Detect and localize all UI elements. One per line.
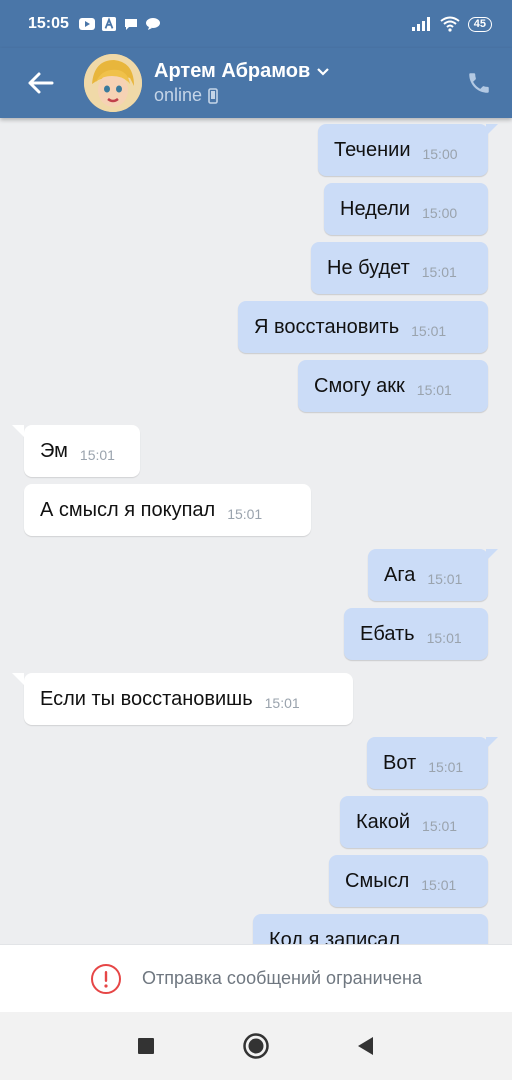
- message-time: 15:01: [264, 695, 300, 711]
- notification-icons: [78, 17, 161, 31]
- status-time: 15:05: [28, 15, 69, 32]
- mobile-phone-icon: [208, 87, 218, 104]
- message-text: Не будет: [327, 257, 410, 279]
- chevron-down-icon[interactable]: [316, 67, 330, 77]
- youtube-icon: [78, 18, 95, 30]
- bubble-tail: [486, 124, 498, 136]
- message-time: 15:01: [421, 264, 457, 280]
- message-time: 15:01: [411, 323, 447, 339]
- message-time: 15:01: [426, 630, 462, 646]
- message-time: 15:01: [428, 759, 464, 775]
- message-text: Ага: [384, 564, 416, 586]
- square-recents-icon: [138, 1038, 154, 1054]
- message-text: Недели: [340, 198, 411, 220]
- message-bubble[interactable]: Течении 15:00: [318, 124, 498, 176]
- message-bubble[interactable]: Ебать 15:01: [344, 608, 488, 660]
- message-text: Какой: [356, 811, 411, 833]
- message-time: 15:01: [421, 877, 457, 893]
- message-text: Вот: [383, 752, 417, 774]
- message-time: 15:01: [427, 571, 463, 587]
- back-button[interactable]: [0, 48, 80, 118]
- chat-bubble-icon: [124, 19, 137, 30]
- message-text: Ебать: [360, 623, 415, 645]
- message-text: Смогу акк: [314, 375, 405, 397]
- message-bubble[interactable]: А смысл я покупал 15:01: [24, 484, 311, 536]
- message-text: А смысл я покупал: [40, 499, 216, 521]
- signal-icon: [411, 17, 430, 31]
- recents-button[interactable]: [129, 1029, 163, 1063]
- circle-home-icon: [243, 1033, 269, 1059]
- message-bubble[interactable]: Я восстановить 15:01: [238, 301, 488, 353]
- message-bubble[interactable]: Недели 15:00: [324, 183, 488, 235]
- call-button[interactable]: [446, 48, 512, 118]
- chat-bubble-icon: [145, 18, 160, 30]
- chat-header: Артем Абрамов online: [0, 48, 512, 118]
- bubble-tail: [12, 673, 24, 685]
- message-time: 15:00: [422, 146, 458, 162]
- message-bubble[interactable]: Если ты восстановишь 15:01: [12, 673, 353, 725]
- status-bar: 15:05 45: [0, 0, 512, 48]
- system-navigation-bar: [0, 1012, 512, 1080]
- message-bubble[interactable]: Какой 15:01: [340, 796, 488, 848]
- message-text: Я восстановить: [254, 316, 400, 338]
- message-time: 15:01: [79, 447, 115, 463]
- app-a-icon: [101, 17, 116, 31]
- bubble-tail: [486, 549, 498, 561]
- phone-icon: [469, 73, 489, 93]
- message-bubble[interactable]: Смогу акк 15:01: [298, 360, 488, 412]
- message-bubble[interactable]: Не будет 15:01: [311, 242, 488, 294]
- message-bubble[interactable]: Смысл 15:01: [329, 855, 488, 907]
- message-time: 15:01: [416, 382, 452, 398]
- message-time: 15:01: [227, 506, 263, 522]
- bubble-tail: [486, 737, 498, 749]
- avatar-image: [84, 54, 142, 112]
- presence-status: online: [154, 85, 203, 105]
- message-bubble[interactable]: Код я записал: [253, 914, 488, 944]
- message-list[interactable]: Течении 15:00 Недели 15:00 Не будет 15:0…: [0, 118, 512, 944]
- message-text: Смысл: [345, 870, 410, 892]
- message-text: Эм: [40, 440, 68, 462]
- messaging-restricted-banner: Отправка сообщений ограничена: [0, 944, 512, 1012]
- message-time: 15:00: [422, 205, 458, 221]
- message-bubble[interactable]: Вот 15:01: [367, 737, 498, 789]
- triangle-back-icon: [358, 1037, 373, 1055]
- avatar[interactable]: [84, 54, 142, 112]
- message-time: 15:01: [422, 818, 458, 834]
- exclamation-circle-icon: [91, 963, 121, 994]
- message-text: Код я записал: [269, 929, 401, 944]
- wifi-icon: [440, 16, 460, 32]
- battery-indicator: 45: [467, 16, 492, 32]
- contact-name[interactable]: Артем Абрамов: [154, 60, 310, 83]
- message-text: Течении: [334, 139, 411, 161]
- system-back-button[interactable]: [349, 1029, 383, 1063]
- restriction-text: Отправка сообщений ограничена: [142, 968, 422, 988]
- message-text: Если ты восстановишь: [40, 688, 253, 710]
- arrow-left-icon: [28, 72, 54, 94]
- message-bubble[interactable]: Эм 15:01: [12, 425, 140, 477]
- bubble-tail: [12, 425, 24, 437]
- home-button[interactable]: [239, 1029, 273, 1063]
- message-bubble[interactable]: Ага 15:01: [368, 549, 498, 601]
